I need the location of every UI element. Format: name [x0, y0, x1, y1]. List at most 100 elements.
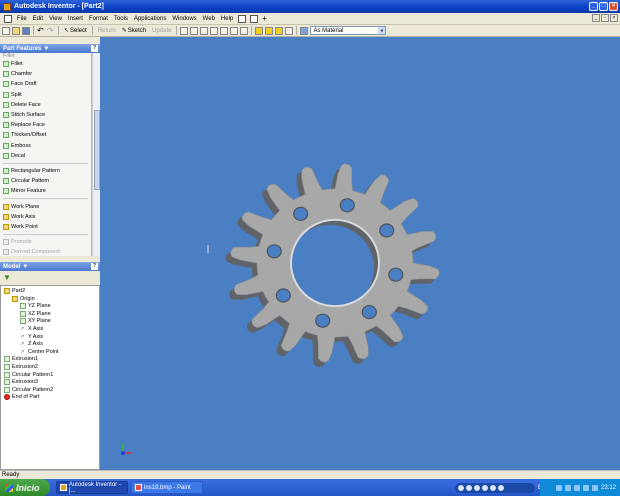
menu-view[interactable]: View [46, 16, 65, 22]
tree-item[interactable]: End of Part [4, 393, 40, 401]
menu-applications[interactable]: Applications [131, 16, 169, 22]
pf-item-emboss[interactable]: Emboss [0, 141, 91, 151]
media-prev-icon[interactable] [466, 485, 472, 491]
whats-this-help-icon[interactable] [238, 14, 247, 23]
color-icon[interactable] [300, 26, 309, 35]
media-next-icon[interactable] [482, 485, 488, 491]
update-button[interactable]: Update [150, 28, 173, 34]
pf-item-work-plane[interactable]: Work Plane [0, 201, 91, 211]
tray-app-icon[interactable] [591, 484, 598, 491]
filter-icon[interactable]: ▼ [3, 273, 11, 282]
menu-web[interactable]: Web [200, 16, 218, 22]
zoom-window-icon[interactable] [190, 26, 199, 35]
pf-item-thicken[interactable]: Thicken/Offset [0, 130, 91, 140]
pf-item-chamfer[interactable]: Chamfer [0, 69, 91, 79]
maximize-button[interactable]: □ [599, 2, 608, 11]
pf-item-stitch-surface[interactable]: Stitch Surface [0, 110, 91, 120]
display-style-icon[interactable] [255, 26, 264, 35]
save-icon[interactable] [22, 26, 30, 35]
zoom-all-icon[interactable] [180, 26, 189, 35]
model-header[interactable]: Model ▼ ? [0, 262, 100, 271]
pf-item-mirror[interactable]: Mirror Feature [0, 186, 91, 196]
camera-icon[interactable] [275, 26, 284, 35]
tree-item-label: Y Axis [28, 333, 44, 340]
graphics-viewport[interactable] [100, 37, 620, 470]
pf-item-face-draft[interactable]: Face Draft [0, 79, 91, 89]
model-title: Model [3, 263, 21, 270]
menu-tools[interactable]: Tools [111, 16, 131, 22]
zoom-selected-icon[interactable] [220, 26, 229, 35]
part-features-header[interactable]: Part Features ▼ ? [0, 44, 100, 53]
minimize-button[interactable]: _ [589, 2, 598, 11]
pf-item-fillet[interactable]: Fillet [0, 59, 91, 69]
work-point-icon [3, 223, 9, 230]
pf-item-promote[interactable]: Promote [0, 237, 91, 247]
look-at-icon[interactable] [240, 26, 249, 35]
menu-format[interactable]: Format [86, 16, 111, 22]
part-features-scrollbar[interactable] [92, 53, 100, 256]
open-icon[interactable] [12, 26, 20, 35]
model-filter-bar: ▼ [0, 271, 100, 285]
bolt-hole [388, 267, 404, 282]
media-play-icon[interactable] [474, 485, 480, 491]
grid-icon[interactable] [250, 14, 259, 23]
feature-icon [4, 356, 10, 363]
undo-icon[interactable]: ↶ [37, 26, 45, 35]
redo-icon[interactable]: ↷ [47, 26, 55, 35]
mdi-close-button[interactable]: × [610, 14, 618, 22]
tray-network-icon[interactable] [555, 484, 562, 491]
model-browser-tree: Part2 Origin YZ Plane XZ Plane XY Plane ↗ X Ax… [0, 285, 100, 470]
pf-item-derived[interactable]: Derived Component [0, 247, 91, 256]
pf-item-replace-face[interactable]: Replace Face [0, 120, 91, 130]
menu-file[interactable]: File [14, 16, 30, 22]
mdi-restore-button[interactable]: ▫ [601, 14, 609, 22]
sketch-button[interactable]: ✎ Sketch [120, 27, 148, 35]
new-icon[interactable] [2, 26, 10, 35]
move-icon[interactable]: + [262, 14, 270, 23]
axis-icon: ↗ [20, 341, 25, 348]
menu-help[interactable]: Help [218, 16, 236, 22]
clock: 23:12 [600, 484, 616, 491]
shadow-icon[interactable] [265, 26, 274, 35]
zoom-icon[interactable] [200, 26, 209, 35]
menu-bar: File Edit View Insert Format Tools Appli… [0, 13, 620, 25]
media-stop-icon[interactable] [458, 485, 464, 491]
pf-item-rect-pattern[interactable]: Rectangular Pattern [0, 166, 91, 176]
help-icon[interactable]: ? [91, 45, 98, 52]
select-button[interactable]: ↖ Select [62, 27, 89, 35]
media-mute-icon[interactable] [498, 485, 504, 491]
feature-icon [4, 379, 10, 386]
tree-item-label: Origin [20, 295, 35, 302]
delete-face-icon [3, 101, 9, 108]
media-volume-icon[interactable] [490, 485, 496, 491]
viewport-canvas[interactable] [100, 37, 620, 470]
projection-icon[interactable] [285, 26, 294, 35]
menu-insert[interactable]: Insert [65, 16, 86, 22]
rotate-icon[interactable] [230, 26, 239, 35]
rect-pattern-icon [3, 167, 9, 174]
start-button[interactable]: Inicio [0, 479, 50, 496]
pf-item-decal[interactable]: Decal [0, 151, 91, 161]
windows-logo-icon [5, 483, 13, 492]
pf-item-delete-face[interactable]: Delete Face [0, 100, 91, 110]
menu-edit[interactable]: Edit [30, 16, 46, 22]
pf-item-split[interactable]: Split [0, 90, 91, 100]
tray-volume-icon[interactable] [573, 484, 580, 491]
pan-icon[interactable] [210, 26, 219, 35]
tree-item-label: Extrusion2 [12, 364, 38, 370]
pf-item-work-axis[interactable]: Work Axis [0, 212, 91, 222]
tray-update-icon[interactable] [582, 484, 589, 491]
paint-app-icon [135, 484, 142, 491]
taskbar-button-inventor[interactable]: Autodesk Inventor - [... [56, 481, 128, 494]
menu-windows[interactable]: Windows [169, 16, 199, 22]
return-button[interactable]: Return [96, 28, 118, 34]
mdi-minimize-button[interactable]: _ [592, 14, 600, 22]
tray-security-icon[interactable] [564, 484, 571, 491]
pf-item-work-point[interactable]: Work Point [0, 222, 91, 232]
material-dropdown[interactable]: As Material ▼ [310, 26, 387, 35]
pf-item-circ-pattern[interactable]: Circular Pattern [0, 176, 91, 186]
taskbar-button-paint[interactable]: ins19.bmp - Paint [131, 481, 203, 494]
close-button[interactable]: × [609, 2, 618, 11]
help-icon[interactable]: ? [91, 263, 98, 270]
tree-item-label: Z Axis [28, 341, 43, 348]
